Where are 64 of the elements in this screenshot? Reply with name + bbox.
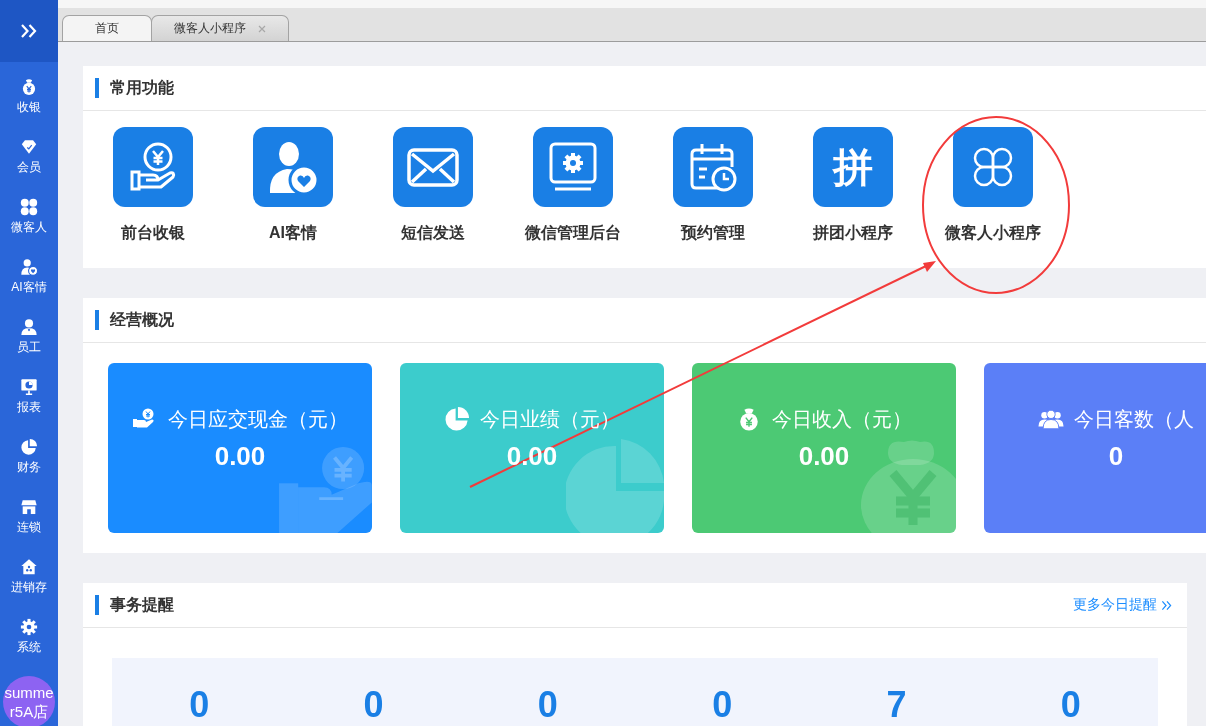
sidebar-item[interactable]: 进销存 <box>0 542 58 602</box>
sidebar-item[interactable]: 员工 <box>0 302 58 362</box>
shortcut-label[interactable]: 微客人小程序 <box>945 222 1041 244</box>
calendar-clock-icon[interactable] <box>673 127 753 207</box>
stat-title: 今日收入（元） <box>772 407 912 431</box>
money-bag-watermark-icon <box>860 439 956 533</box>
tab[interactable]: 首页 <box>62 15 152 41</box>
clover-icon <box>20 198 38 216</box>
reminder-count[interactable]: 0 <box>363 688 384 722</box>
store-icon <box>20 498 38 516</box>
heading-marker-icon <box>95 310 99 330</box>
shortcut-label[interactable]: 预约管理 <box>681 222 745 244</box>
panel-title: 常用功能 <box>110 77 174 98</box>
more-reminders-link[interactable]: 更多今日提醒 <box>1073 596 1172 614</box>
sidebar-item[interactable]: 系统 <box>0 602 58 662</box>
hand-coin-icon[interactable] <box>113 127 193 207</box>
shortcut-label[interactable]: AI客情 <box>269 222 317 244</box>
shortcut-label[interactable]: 拼团小程序 <box>813 222 893 244</box>
heading-marker-icon <box>95 595 99 615</box>
pie-chart-icon <box>20 438 38 456</box>
person-icon <box>20 318 38 336</box>
stat-title: 今日应交现金（元） <box>168 407 348 431</box>
reminder-count[interactable]: 7 <box>886 688 907 722</box>
person-heart-icon <box>20 258 38 276</box>
reminder-count[interactable]: 0 <box>189 688 210 722</box>
sidebar-toggle-button[interactable] <box>0 0 58 62</box>
settings-icon <box>20 618 38 636</box>
reminder-count[interactable]: 0 <box>1060 688 1081 722</box>
reminder-count[interactable]: 0 <box>712 688 733 722</box>
house-icon <box>20 558 38 576</box>
double-chevron-icon <box>19 21 39 41</box>
sidebar-item[interactable]: AI客情 <box>0 242 58 302</box>
shortcut-label[interactable]: 微信管理后台 <box>525 222 621 244</box>
stat-value: 0 <box>1108 441 1124 471</box>
diamond-icon <box>20 138 38 156</box>
panel-title: 事务提醒 <box>110 594 174 615</box>
character-tile[interactable]: 拼 <box>813 127 893 207</box>
panel-title: 经营概况 <box>110 309 174 330</box>
stat-value: 0.00 <box>214 441 266 471</box>
monitor-gear-icon[interactable] <box>533 127 613 207</box>
money-bag-icon <box>20 78 38 96</box>
sidebar-item[interactable]: 会员 <box>0 122 58 182</box>
envelope-icon[interactable] <box>393 127 473 207</box>
stat-title: 今日业绩（元） <box>480 407 620 431</box>
stat-value: 0.00 <box>798 441 850 471</box>
monitor-chart-icon <box>20 378 38 396</box>
shortcut-label[interactable]: 前台收银 <box>121 222 185 244</box>
sidebar-item[interactable]: 收银 <box>0 62 58 122</box>
pie-chart-icon <box>444 407 470 431</box>
heading-marker-icon <box>95 78 99 98</box>
sidebar-item[interactable]: 连锁 <box>0 482 58 542</box>
people-icon <box>1038 407 1064 431</box>
tab[interactable]: 微客人小程序 <box>151 15 289 41</box>
store-avatar[interactable]: summer5A店 <box>3 676 55 726</box>
sidebar-item[interactable]: 报表 <box>0 362 58 422</box>
reminder-count[interactable]: 0 <box>537 688 558 722</box>
shortcut-label[interactable]: 短信发送 <box>401 222 465 244</box>
hand-coin-watermark-icon <box>276 447 372 533</box>
pie-chart-watermark-icon <box>566 439 664 533</box>
clover-icon[interactable] <box>953 127 1033 207</box>
sidebar-item[interactable]: 财务 <box>0 422 58 482</box>
sidebar-item[interactable]: 微客人 <box>0 182 58 242</box>
double-chevron-icon <box>1161 599 1172 611</box>
stat-title: 今日客数（人 <box>1074 407 1194 431</box>
